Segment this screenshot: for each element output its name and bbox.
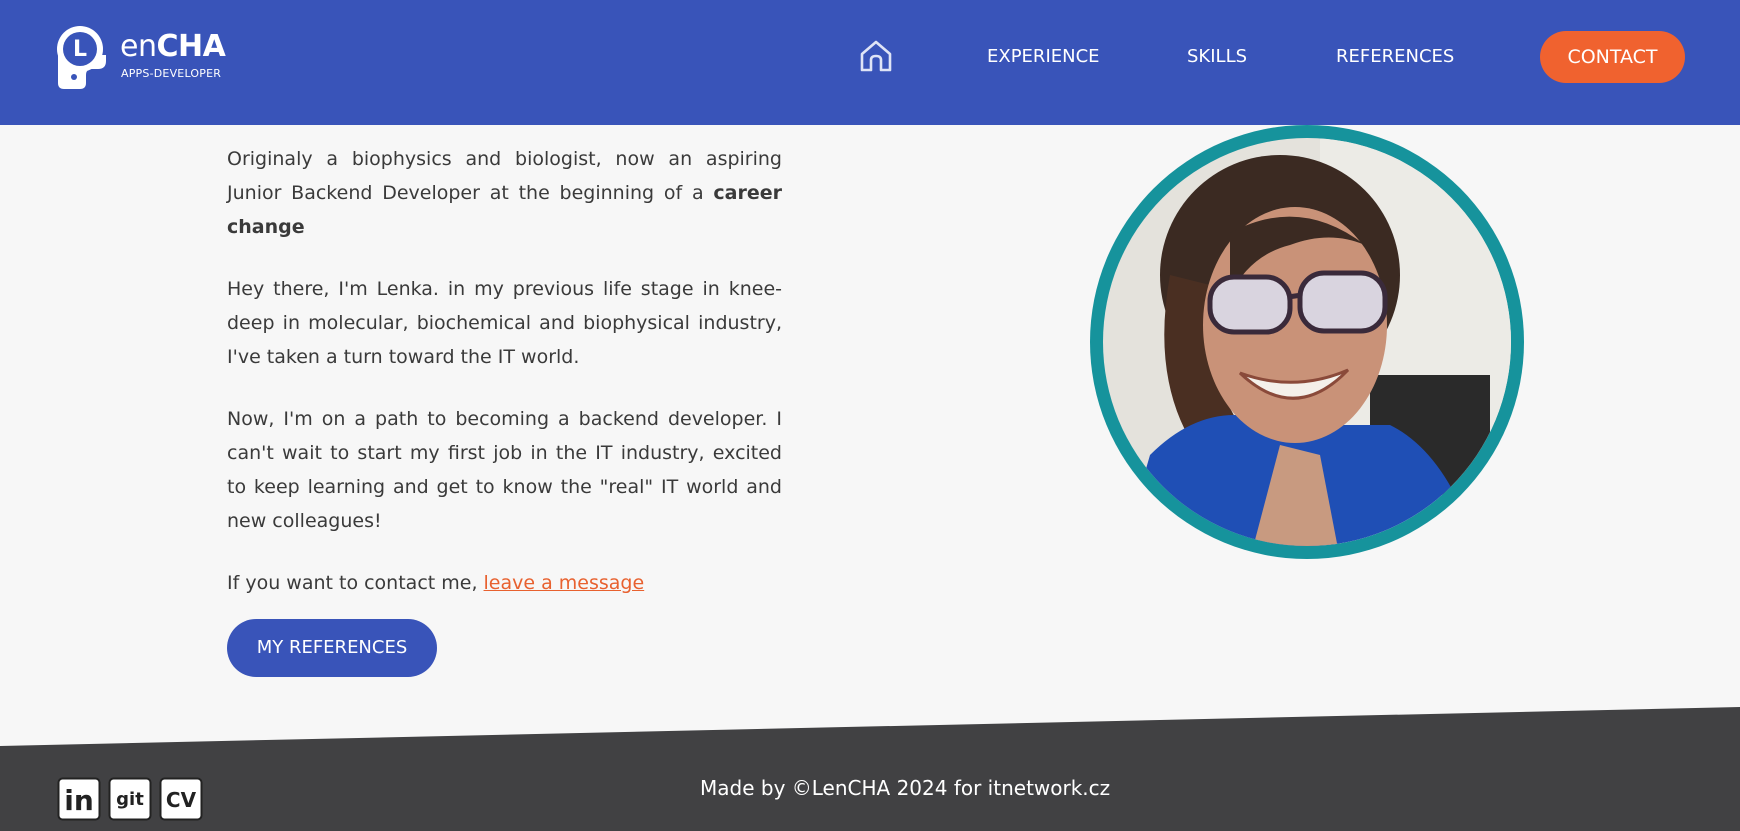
background-paragraph: Hey there, I'm Lenka. in my previous lif… <box>227 278 782 368</box>
nav-skills[interactable]: SKILLS <box>1187 44 1247 70</box>
goal-paragraph: Now, I'm on a path to becoming a backend… <box>227 408 782 532</box>
logo-mark-icon: L <box>57 26 106 89</box>
git-icon-shape: git <box>108 777 152 821</box>
svg-text:L: L <box>73 37 87 62</box>
svg-text:git: git <box>116 789 144 810</box>
site-logo[interactable]: L enCHA APPS-DEVELOPER <box>50 25 230 91</box>
cv-icon[interactable]: cv <box>159 777 203 821</box>
intro-paragraph: Originaly a biophysics and biologist, no… <box>227 148 782 238</box>
git-icon[interactable]: git <box>108 777 152 821</box>
svg-text:in: in <box>64 784 94 817</box>
about-section: Originaly a biophysics and biologist, no… <box>227 142 782 600</box>
home-icon[interactable] <box>858 38 894 74</box>
contact-button[interactable]: CONTACT <box>1540 31 1685 83</box>
logo-subtitle: APPS-DEVELOPER <box>121 67 222 80</box>
leave-message-link[interactable]: leave a message <box>484 572 645 594</box>
site-header: L enCHA APPS-DEVELOPER EXPERIENCE SKILLS… <box>0 0 1740 125</box>
cv-icon-shape: cv <box>159 777 203 821</box>
logo-name: enCHA <box>120 29 226 64</box>
profile-photo <box>1090 125 1524 559</box>
contact-line: If you want to contact me, leave a messa… <box>227 572 645 594</box>
my-references-button[interactable]: MY REFERENCES <box>227 619 437 677</box>
footer-background <box>0 707 1740 831</box>
nav-experience[interactable]: EXPERIENCE <box>987 44 1100 70</box>
linkedin-icon-shape: in <box>57 777 101 821</box>
svg-text:cv: cv <box>166 788 197 812</box>
linkedin-icon[interactable]: in <box>57 777 101 821</box>
nav-references[interactable]: REFERENCES <box>1336 44 1454 70</box>
footer-credits: Made by ©LenCHA 2024 for itnetwork.cz <box>700 776 1111 800</box>
